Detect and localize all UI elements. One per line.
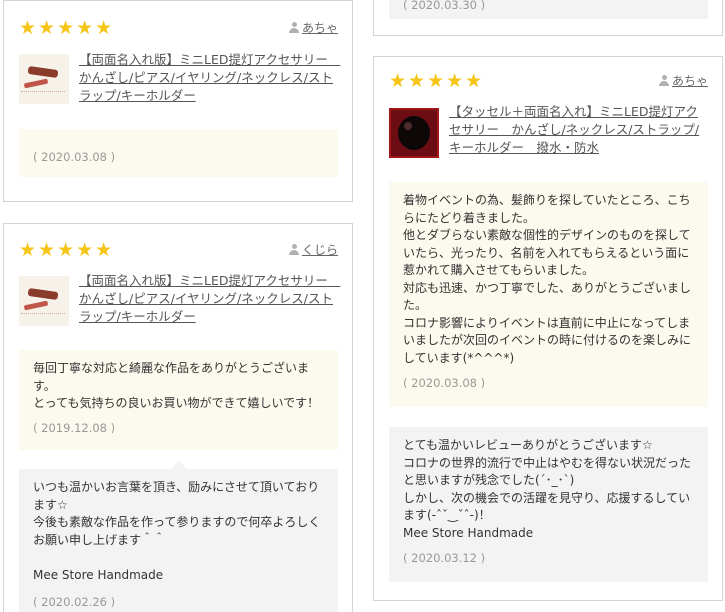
- reply-notch: [171, 461, 187, 469]
- review-card: ★★★★★ あちゃ 【タッセル＋両面名入れ】ミニLED提灯アクセサリー かんざし…: [373, 56, 723, 601]
- reply-date: ( 2020.03.12 ): [403, 551, 486, 565]
- reply-date: ( 2020.02.26 ): [33, 595, 116, 609]
- review-bubble: 毎回丁寧な対応と綺麗な作品をありがとうございます。 とっても気持ちの良いお買い物…: [19, 350, 338, 450]
- rating-stars: ★★★★★: [19, 17, 115, 39]
- reply-bubble: ( 2020.03.30 ): [389, 0, 708, 19]
- review-text: 着物イベントの為、髪飾りを探していたところ、こちらにたどり着きました。 他とダブ…: [403, 193, 692, 365]
- product-thumbnail[interactable]: [389, 108, 439, 158]
- product-title-link[interactable]: 【両面名入れ版】ミニLED提灯アクセサリー かんざし/ピアス/イヤリング/ネック…: [79, 51, 340, 105]
- product-title-link[interactable]: 【両面名入れ版】ミニLED提灯アクセサリー かんざし/ピアス/イヤリング/ネック…: [79, 272, 340, 326]
- review-bubble: 着物イベントの為、髪飾りを探していたところ、こちらにたどり着きました。 他とダブ…: [389, 182, 708, 407]
- review-card: ★★★★★ あちゃ 【両面名入れ版】ミニLED提灯アクセサリー かんざし/ピアス…: [3, 0, 353, 202]
- reply-date: ( 2020.03.30 ): [403, 0, 486, 12]
- rating-stars: ★★★★★: [389, 70, 485, 92]
- review-date: ( 2020.03.08 ): [403, 376, 486, 390]
- product-title-link[interactable]: 【タッセル＋両面名入れ】ミニLED提灯アクセサリー かんざし/ネックレス/ストラ…: [449, 103, 707, 157]
- user-icon: [659, 75, 669, 86]
- reply-bubble: いつも温かいお言葉を頂き、励みにさせて頂いております☆ 今後も素敵な作品を作って…: [19, 469, 338, 612]
- reviewer-name: あちゃ: [672, 74, 709, 88]
- review-date: ( 2019.12.08 ): [33, 420, 116, 435]
- reply-text: いつも温かいお言葉を頂き、励みにさせて頂いております☆ 今後も素敵な作品を作って…: [33, 480, 321, 582]
- reviewer-name: あちゃ: [302, 21, 339, 35]
- reply-bubble: とても温かいレビューありがとうございます☆ コロナの世界的流行で中止はやむを得な…: [389, 427, 708, 582]
- reviewer-link[interactable]: あちゃ: [659, 72, 708, 89]
- product-thumbnail[interactable]: [19, 276, 69, 326]
- review-card: ★★★★★ くじら 【両面名入れ版】ミニLED提灯アクセサリー かんざし/ピアス…: [3, 223, 353, 612]
- user-icon: [289, 244, 299, 255]
- review-date: ( 2020.03.08 ): [33, 150, 116, 164]
- review-bubble: ( 2020.03.08 ): [19, 129, 338, 177]
- user-icon: [289, 22, 299, 33]
- reviewer-name: くじら: [302, 243, 339, 257]
- rating-stars: ★★★★★: [19, 239, 115, 261]
- review-text: 毎回丁寧な対応と綺麗な作品をありがとうございます。 とっても気持ちの良いお買い物…: [33, 361, 320, 410]
- product-thumbnail[interactable]: [19, 54, 69, 104]
- reviewer-link[interactable]: くじら: [289, 241, 338, 258]
- review-card-partial: ( 2020.03.30 ): [373, 0, 723, 36]
- reviewer-link[interactable]: あちゃ: [289, 19, 338, 36]
- reply-text: とても温かいレビューありがとうございます☆ コロナの世界的流行で中止はやむを得な…: [403, 438, 692, 540]
